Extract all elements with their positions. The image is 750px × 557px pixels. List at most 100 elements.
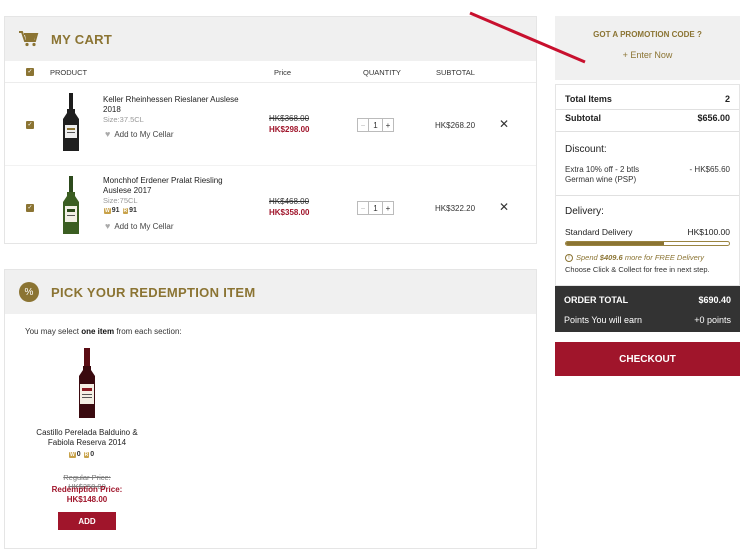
redemption-panel: % PICK YOUR REDEMPTION ITEM You may sele… [4,269,537,549]
redemption-title: PICK YOUR REDEMPTION ITEM [51,284,256,300]
total-items-value: 2 [724,94,730,104]
cart-column-headers: PRODUCT Price QUANTITY SUBTOTAL [5,61,536,83]
cart-panel: MY CART PRODUCT Price QUANTITY SUBTOTAL … [4,16,537,244]
rating-badge: W0 [69,451,81,458]
redemption-instructions: You may select one item from each sectio… [25,327,182,336]
product-name[interactable]: Monchhof Erdener Pralat Riesling Auslese… [103,176,243,196]
discount-name: Extra 10% off - 2 btls German wine (PSP) [565,165,640,184]
rating-logo-icon: R [83,451,90,458]
rating-logo-icon: W [104,207,111,214]
cart-title: MY CART [51,31,113,47]
free-note-suffix: more for FREE Delivery [622,253,705,262]
quantity-decrease-button[interactable]: − [357,118,369,132]
close-icon[interactable]: ✕ [499,200,509,214]
original-price: HK$368.00 [269,114,310,123]
quantity-stepper: − 1 + [357,201,394,215]
redemption-price: HK$148.00 [66,495,108,504]
quantity-value[interactable]: 1 [369,201,382,215]
add-to-cellar-link[interactable]: ♥ Add to My Cellar [105,129,173,139]
quantity-decrease-button[interactable]: − [357,201,369,215]
instructions-emphasis: one item [81,327,115,336]
close-icon[interactable]: ✕ [499,117,509,131]
progress-fill [566,242,664,245]
item-checkbox[interactable] [26,204,34,212]
rating-badge: R0 [83,451,95,458]
order-total-row: ORDER TOTAL $690.40 [564,295,731,305]
item-subtotal: HK$268.20 [435,121,476,130]
rating-badge: W 91 [104,207,120,214]
quantity-increase-button[interactable]: + [382,201,394,215]
instructions-suffix: from each section: [114,327,182,336]
checkout-button[interactable]: CHECKOUT [555,342,740,376]
item-subtotal: HK$322.20 [435,204,476,213]
heart-icon: ♥ [105,221,111,231]
rating-badges: W0 R0 [69,451,94,458]
total-items-row: Total Items 2 [565,94,730,104]
divider [556,195,739,196]
redemption-price-label: Redemption Price: [51,485,123,494]
points-value: +0 points [694,315,731,325]
product-size: Size:37.5CL [103,115,144,124]
free-delivery-note: ! Spend $409.6 more for FREE Delivery [565,253,704,262]
order-summary: Total Items 2 Subtotal $656.00 Discount:… [555,84,740,286]
delivery-name: Standard Delivery [565,227,633,237]
promo-title: GOT A PROMOTION CODE ? [593,30,702,39]
cart-item: Keller Rheinhessen Rieslaner Auslese 201… [5,83,536,165]
subtotal-label: Subtotal [565,113,601,123]
column-quantity: QUANTITY [363,68,401,77]
order-total-value: $690.40 [698,295,731,305]
click-collect-note: Choose Click & Collect for free in next … [565,265,710,274]
order-total-panel: ORDER TOTAL $690.40 Points You will earn… [555,286,740,332]
free-note-amount: $409.6 [599,253,623,262]
cart-icon [19,31,39,47]
rating-score: 91 [129,207,137,214]
column-product: PRODUCT [50,68,88,77]
info-icon: ! [565,253,573,262]
redemption-product-name[interactable]: Castillo Perelada Balduino & Fabiola Res… [35,428,139,448]
sale-price: HK$298.00 [269,125,310,134]
column-subtotal: SUBTOTAL [436,68,475,77]
instructions-prefix: You may select [25,327,82,336]
delivery-heading: Delivery: [565,206,604,217]
add-to-cellar-link[interactable]: ♥ Add to My Cellar [105,221,173,231]
delivery-row: Standard Delivery HK$100.00 [565,227,730,237]
points-label: Points You will earn [564,315,643,325]
free-note-prefix: Spend [576,253,600,262]
product-image[interactable] [53,93,89,153]
add-redemption-button[interactable]: ADD [58,512,116,530]
rating-badges: W 91 R 91 [104,207,137,214]
redemption-product-image[interactable] [75,348,99,418]
add-to-cellar-label: Add to My Cellar [114,129,174,139]
quantity-stepper: − 1 + [357,118,394,132]
heart-icon: ♥ [105,129,111,139]
rating-badge: R 91 [122,207,137,214]
item-checkbox[interactable] [26,121,34,129]
delivery-value: HK$100.00 [687,227,730,237]
divider [556,131,739,132]
cart-header: MY CART [5,17,536,61]
rating-logo-icon: W [69,451,76,458]
quantity-value[interactable]: 1 [369,118,382,132]
product-name[interactable]: Keller Rheinhessen Rieslaner Auslese 201… [103,95,243,115]
points-row: Points You will earn +0 points [564,315,731,325]
rating-score: 0 [76,451,81,458]
subtotal-row: Subtotal $656.00 [565,113,730,123]
subtotal-value: $656.00 [697,113,730,123]
order-total-label: ORDER TOTAL [564,295,629,305]
select-all-checkbox[interactable] [26,68,34,76]
discount-value: - HK$65.60 [689,165,730,174]
product-size: Size:75CL [103,196,138,205]
original-price: HK$468.00 [269,197,310,206]
enter-promo-link[interactable]: + Enter Now [555,50,740,60]
promo-code-panel: GOT A PROMOTION CODE ? + Enter Now [555,16,740,80]
sale-price: HK$358.00 [269,208,310,217]
product-image[interactable] [53,176,89,236]
cart-item: Monchhof Erdener Pralat Riesling Auslese… [5,165,536,247]
rating-score: 91 [111,207,120,214]
percent-icon: % [19,282,39,302]
rating-logo-icon: R [122,207,129,214]
discount-heading: Discount: [565,144,607,155]
rating-score: 0 [90,451,95,458]
add-to-cellar-label: Add to My Cellar [114,221,174,231]
quantity-increase-button[interactable]: + [382,118,394,132]
